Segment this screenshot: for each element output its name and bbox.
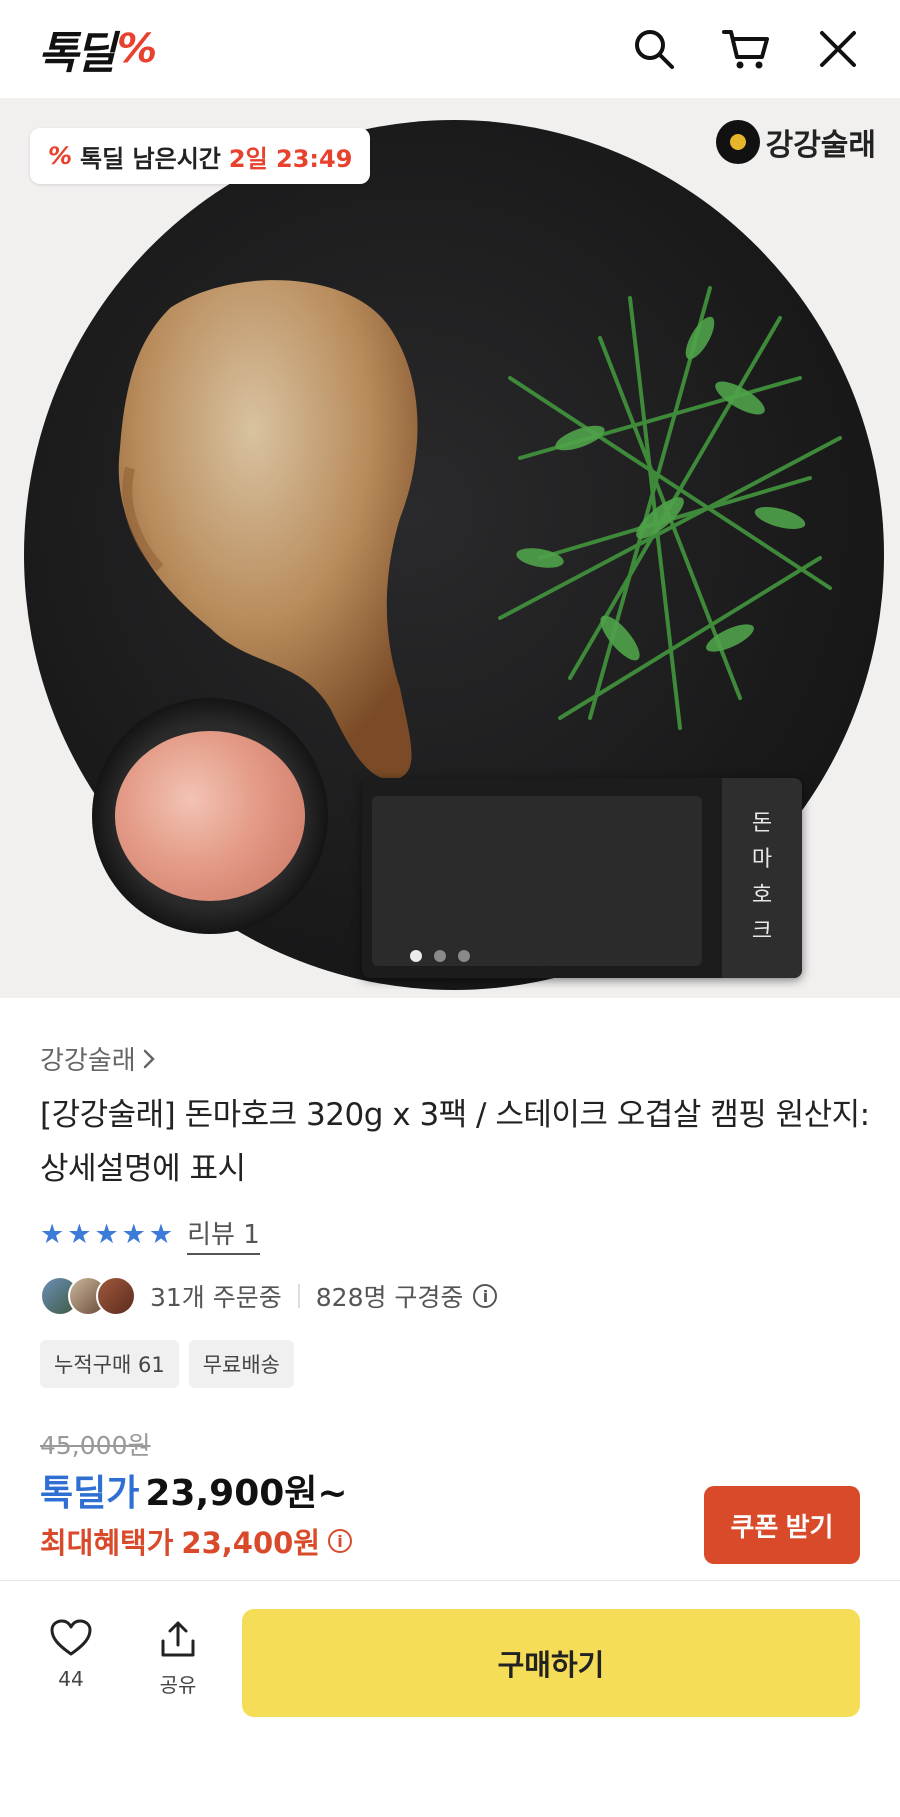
info-icon[interactable]: i	[473, 1284, 498, 1308]
deal-price-label: 톡딜가	[40, 1473, 140, 1514]
brand-store-name: 강강술래	[40, 1046, 136, 1076]
timer-label: 톡딜 남은시간	[80, 144, 221, 173]
package-label-char: 크	[751, 919, 773, 944]
deal-price-row: 톡딜가 23,900원~	[40, 1464, 348, 1516]
carousel-dot[interactable]	[458, 950, 470, 962]
search-icon[interactable]	[630, 25, 678, 73]
original-price: 45,000원	[40, 1431, 151, 1460]
product-tags: 누적구매 61 무료배송	[40, 1340, 294, 1388]
carousel-dot[interactable]	[434, 950, 446, 962]
product-package-image: 돈 마 호 크	[362, 778, 802, 978]
share-button[interactable]: 공유	[133, 1619, 223, 1698]
package-tray	[542, 796, 702, 966]
tag-cumulative-purchase: 누적구매 61	[40, 1340, 179, 1388]
package-label-char: 돈	[751, 811, 773, 836]
review-link[interactable]: 리뷰 1	[187, 1214, 260, 1255]
arugula-image	[498, 286, 842, 730]
buyer-avatars	[40, 1276, 136, 1316]
rating-row: ★ ★ ★ ★ ★ 리뷰 1	[40, 1214, 260, 1255]
deal-timer-badge: % 톡딜 남은시간 2일 23:49	[30, 128, 371, 184]
divider	[297, 1284, 300, 1308]
salt-bowl-image	[92, 698, 328, 934]
brand-logo: 강강술래	[715, 120, 876, 164]
cart-icon[interactable]	[722, 25, 770, 73]
max-benefit-row: 최대혜택가 23,400원 i	[40, 1520, 352, 1562]
close-icon[interactable]	[814, 25, 862, 73]
star-icon: ★	[121, 1218, 146, 1250]
max-benefit-price: 23,400원	[181, 1526, 320, 1560]
deal-price: 23,900원~	[145, 1473, 348, 1514]
tag-free-shipping: 무료배송	[188, 1340, 294, 1388]
chevron-right-icon	[143, 1049, 155, 1068]
star-icon: ★	[148, 1218, 174, 1250]
coupon-button[interactable]: 쿠폰 받기	[704, 1486, 860, 1564]
bottom-action-bar: 44 공유 구매하기	[0, 1580, 900, 1817]
star-icon: ★	[40, 1218, 65, 1250]
max-benefit-label: 최대혜택가	[40, 1526, 174, 1560]
social-proof-row: 31개 주문중 828명 구경중 i	[40, 1276, 498, 1316]
brand-store-link[interactable]: 강강술래	[40, 1040, 156, 1077]
timer-value: 2일 23:49	[228, 144, 353, 173]
brand-logo-mark	[715, 120, 760, 164]
top-header: 톡딜 %	[0, 0, 900, 98]
app-logo[interactable]: 톡딜 %	[38, 17, 157, 81]
logo-text: 톡딜	[38, 28, 116, 79]
avatar	[96, 1276, 136, 1316]
pink-salt	[115, 731, 305, 901]
package-label-char: 마	[751, 847, 773, 872]
product-image-carousel[interactable]: 돈 마 호 크 % 톡딜 남은시간 2일 23:49 강강술래	[0, 98, 900, 998]
header-actions	[630, 25, 862, 73]
share-label: 공유	[159, 1673, 197, 1697]
buy-button[interactable]: 구매하기	[242, 1609, 860, 1717]
watchers-count: 828명 구경중	[315, 1283, 464, 1312]
package-label-char: 호	[751, 883, 773, 908]
carousel-dot[interactable]	[410, 950, 422, 962]
heart-icon	[50, 1619, 92, 1656]
star-icon: ★	[67, 1218, 92, 1250]
rating-stars: ★ ★ ★ ★ ★	[40, 1218, 174, 1250]
star-icon: ★	[94, 1218, 119, 1250]
like-button[interactable]: 44	[26, 1619, 116, 1691]
logo-percent-mark: %	[116, 26, 158, 72]
deal-percent-icon: %	[48, 142, 73, 170]
orders-count: 31개 주문중	[150, 1283, 282, 1312]
like-count: 44	[58, 1667, 84, 1691]
share-icon	[161, 1621, 195, 1657]
benefit-info-icon[interactable]: i	[328, 1529, 352, 1553]
product-title: [강강술래] 돈마호크 320g x 3팩 / 스테이크 오겹살 캠핑 원산지:…	[40, 1097, 870, 1187]
package-label: 돈 마 호 크	[722, 778, 802, 978]
brand-logo-text: 강강술래	[765, 128, 876, 163]
carousel-indicator	[410, 950, 470, 962]
